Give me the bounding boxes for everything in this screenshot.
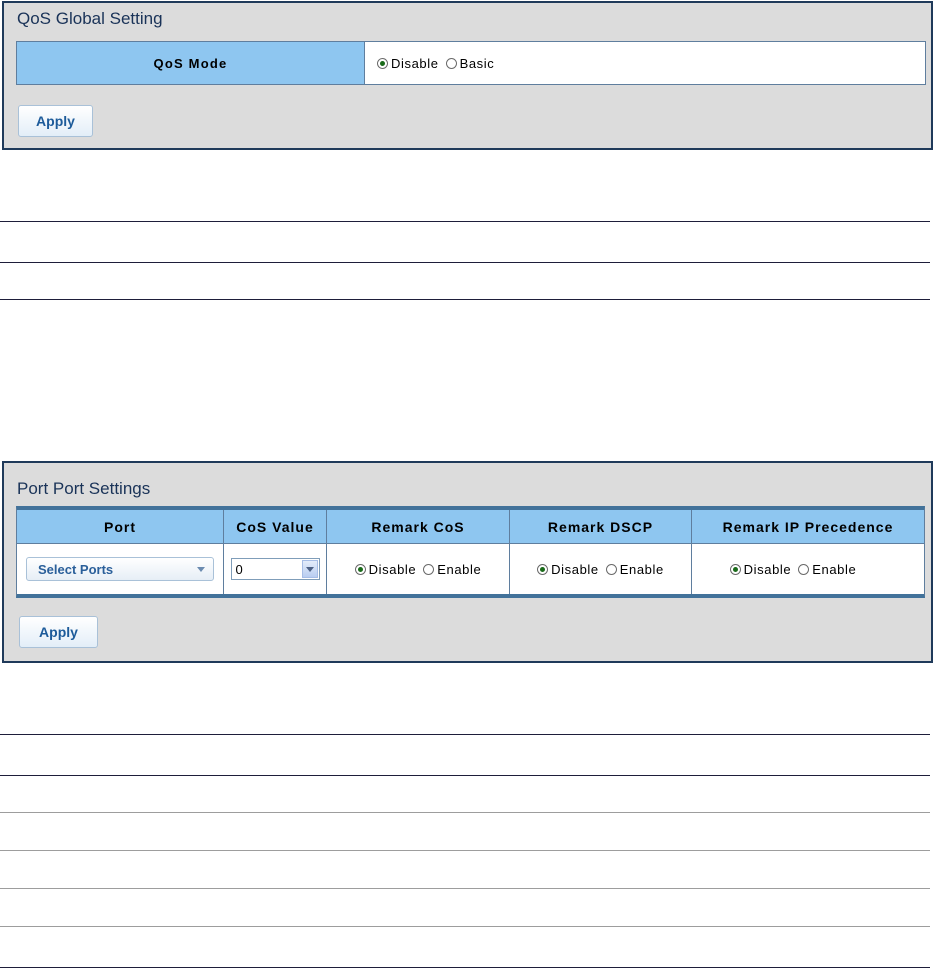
port-settings-panel: Port Port Settings Port CoS Value Remark… bbox=[2, 461, 933, 663]
divider bbox=[0, 967, 930, 968]
divider bbox=[0, 926, 930, 927]
select-ports-label: Select Ports bbox=[38, 561, 114, 577]
qos-mode-options: Disable Basic bbox=[377, 42, 501, 84]
qos-global-title: QoS Global Setting bbox=[17, 9, 163, 28]
remark-dscp-header: Remark DSCP bbox=[510, 510, 692, 544]
port-header: Port bbox=[17, 510, 224, 544]
remark-ip-precedence-disable-radio[interactable]: Disable bbox=[729, 561, 792, 577]
divider bbox=[0, 221, 930, 222]
qos-mode-header: QoS Mode bbox=[17, 42, 365, 84]
cos-value-selected: 0 bbox=[235, 561, 243, 577]
qos-mode-disable-label: Disable bbox=[391, 56, 439, 71]
remark-dscp-disable-label: Disable bbox=[551, 562, 599, 577]
qos-global-table: QoS Mode Disable Basic bbox=[16, 41, 926, 85]
remark-cos-disable-label: Disable bbox=[368, 562, 417, 577]
port-cell: Select Ports bbox=[17, 544, 224, 594]
radio-unselected-icon bbox=[445, 58, 457, 69]
divider bbox=[0, 812, 930, 813]
remark-ip-precedence-enable-label: Enable bbox=[812, 562, 857, 577]
cos-value-select[interactable]: 0 bbox=[230, 558, 320, 580]
qos-mode-basic-label: Basic bbox=[459, 56, 495, 71]
divider bbox=[0, 850, 930, 851]
port-settings-title: Port Port Settings bbox=[17, 479, 151, 498]
radio-selected-icon bbox=[354, 564, 366, 575]
remark-cos-header: Remark CoS bbox=[327, 510, 510, 544]
remark-ip-precedence-header: Remark IP Precedence bbox=[692, 510, 924, 544]
radio-unselected-icon bbox=[423, 564, 435, 575]
radio-selected-icon bbox=[729, 564, 741, 575]
remark-dscp-enable-label: Enable bbox=[619, 562, 664, 577]
divider bbox=[0, 888, 930, 889]
cos-value-header: CoS Value bbox=[224, 510, 327, 544]
remark-dscp-cell: Disable Enable bbox=[510, 544, 692, 594]
radio-selected-icon bbox=[537, 564, 549, 575]
cos-value-cell: 0 bbox=[224, 544, 327, 594]
remark-ip-precedence-disable-label: Disable bbox=[743, 562, 792, 577]
qos-mode-basic-radio[interactable]: Basic bbox=[445, 55, 495, 71]
remark-cos-disable-radio[interactable]: Disable bbox=[354, 561, 417, 577]
radio-selected-icon bbox=[377, 58, 388, 69]
qos-global-panel: QoS Global Setting QoS Mode Disable Basi… bbox=[2, 1, 933, 150]
remark-cos-enable-label: Enable bbox=[437, 562, 482, 577]
remark-ip-precedence-enable-radio[interactable]: Enable bbox=[798, 561, 856, 577]
divider bbox=[0, 299, 930, 300]
select-ports-dropdown[interactable]: Select Ports bbox=[26, 557, 214, 581]
qos-mode-disable-radio[interactable]: Disable bbox=[377, 55, 439, 71]
remark-dscp-enable-radio[interactable]: Enable bbox=[605, 561, 664, 577]
divider bbox=[0, 734, 930, 735]
chevron-down-icon bbox=[197, 567, 205, 572]
chevron-down-icon bbox=[301, 560, 318, 578]
divider bbox=[0, 262, 930, 263]
remark-ip-precedence-cell: Disable Enable bbox=[692, 544, 924, 594]
remark-dscp-disable-radio[interactable]: Disable bbox=[537, 561, 599, 577]
remark-cos-cell: Disable Enable bbox=[327, 544, 510, 594]
remark-cos-enable-radio[interactable]: Enable bbox=[423, 561, 481, 577]
qos-global-apply-button[interactable]: Apply bbox=[18, 105, 93, 137]
radio-unselected-icon bbox=[605, 564, 617, 575]
divider bbox=[0, 775, 930, 776]
port-settings-table: Port CoS Value Remark CoS Remark DSCP Re… bbox=[16, 506, 925, 598]
radio-unselected-icon bbox=[798, 564, 810, 575]
port-settings-apply-button[interactable]: Apply bbox=[19, 616, 98, 648]
